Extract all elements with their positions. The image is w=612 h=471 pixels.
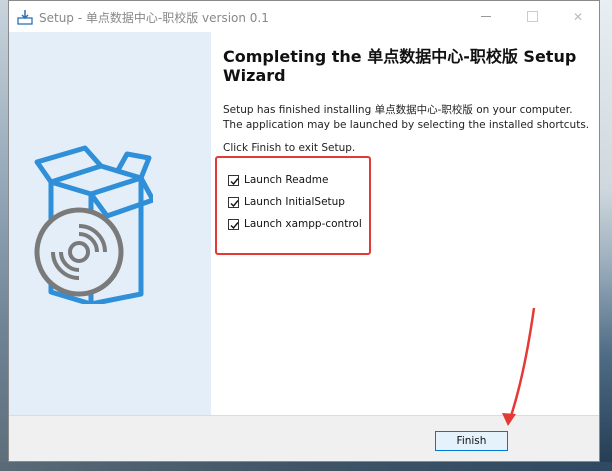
wizard-content: Completing the 单点数据中心-职校版 Setup Wizard S… bbox=[9, 32, 599, 415]
minimize-button[interactable] bbox=[463, 1, 509, 32]
wizard-description: Setup has finished installing 单点数据中心-职校版… bbox=[223, 104, 590, 131]
highlight-box bbox=[215, 156, 371, 255]
close-button[interactable]: ✕ bbox=[555, 1, 601, 32]
finish-label: Finish bbox=[456, 435, 487, 447]
desktop-background-bottom bbox=[0, 462, 612, 471]
software-box-icon bbox=[34, 145, 153, 304]
title-bar[interactable]: Setup - 单点数据中心-职校版 version 0.1 ✕ bbox=[9, 1, 599, 32]
wizard-heading: Completing the 单点数据中心-职校版 Setup Wizard bbox=[223, 47, 577, 85]
separator bbox=[9, 415, 599, 416]
close-icon: ✕ bbox=[572, 9, 584, 24]
window-title: Setup - 单点数据中心-职校版 version 0.1 bbox=[39, 11, 269, 25]
setup-icon bbox=[17, 9, 33, 25]
setup-window: Setup - 单点数据中心-职校版 version 0.1 ✕ Complet… bbox=[8, 0, 600, 462]
maximize-icon bbox=[526, 11, 538, 22]
desktop-background-left bbox=[0, 0, 8, 471]
wizard-instruction: Click Finish to exit Setup. bbox=[223, 142, 356, 154]
wizard-sidebar bbox=[9, 32, 211, 415]
maximize-button[interactable] bbox=[509, 1, 555, 32]
desktop-background-right bbox=[600, 0, 612, 471]
finish-button[interactable]: Finish bbox=[435, 431, 508, 451]
minimize-icon bbox=[481, 16, 491, 17]
